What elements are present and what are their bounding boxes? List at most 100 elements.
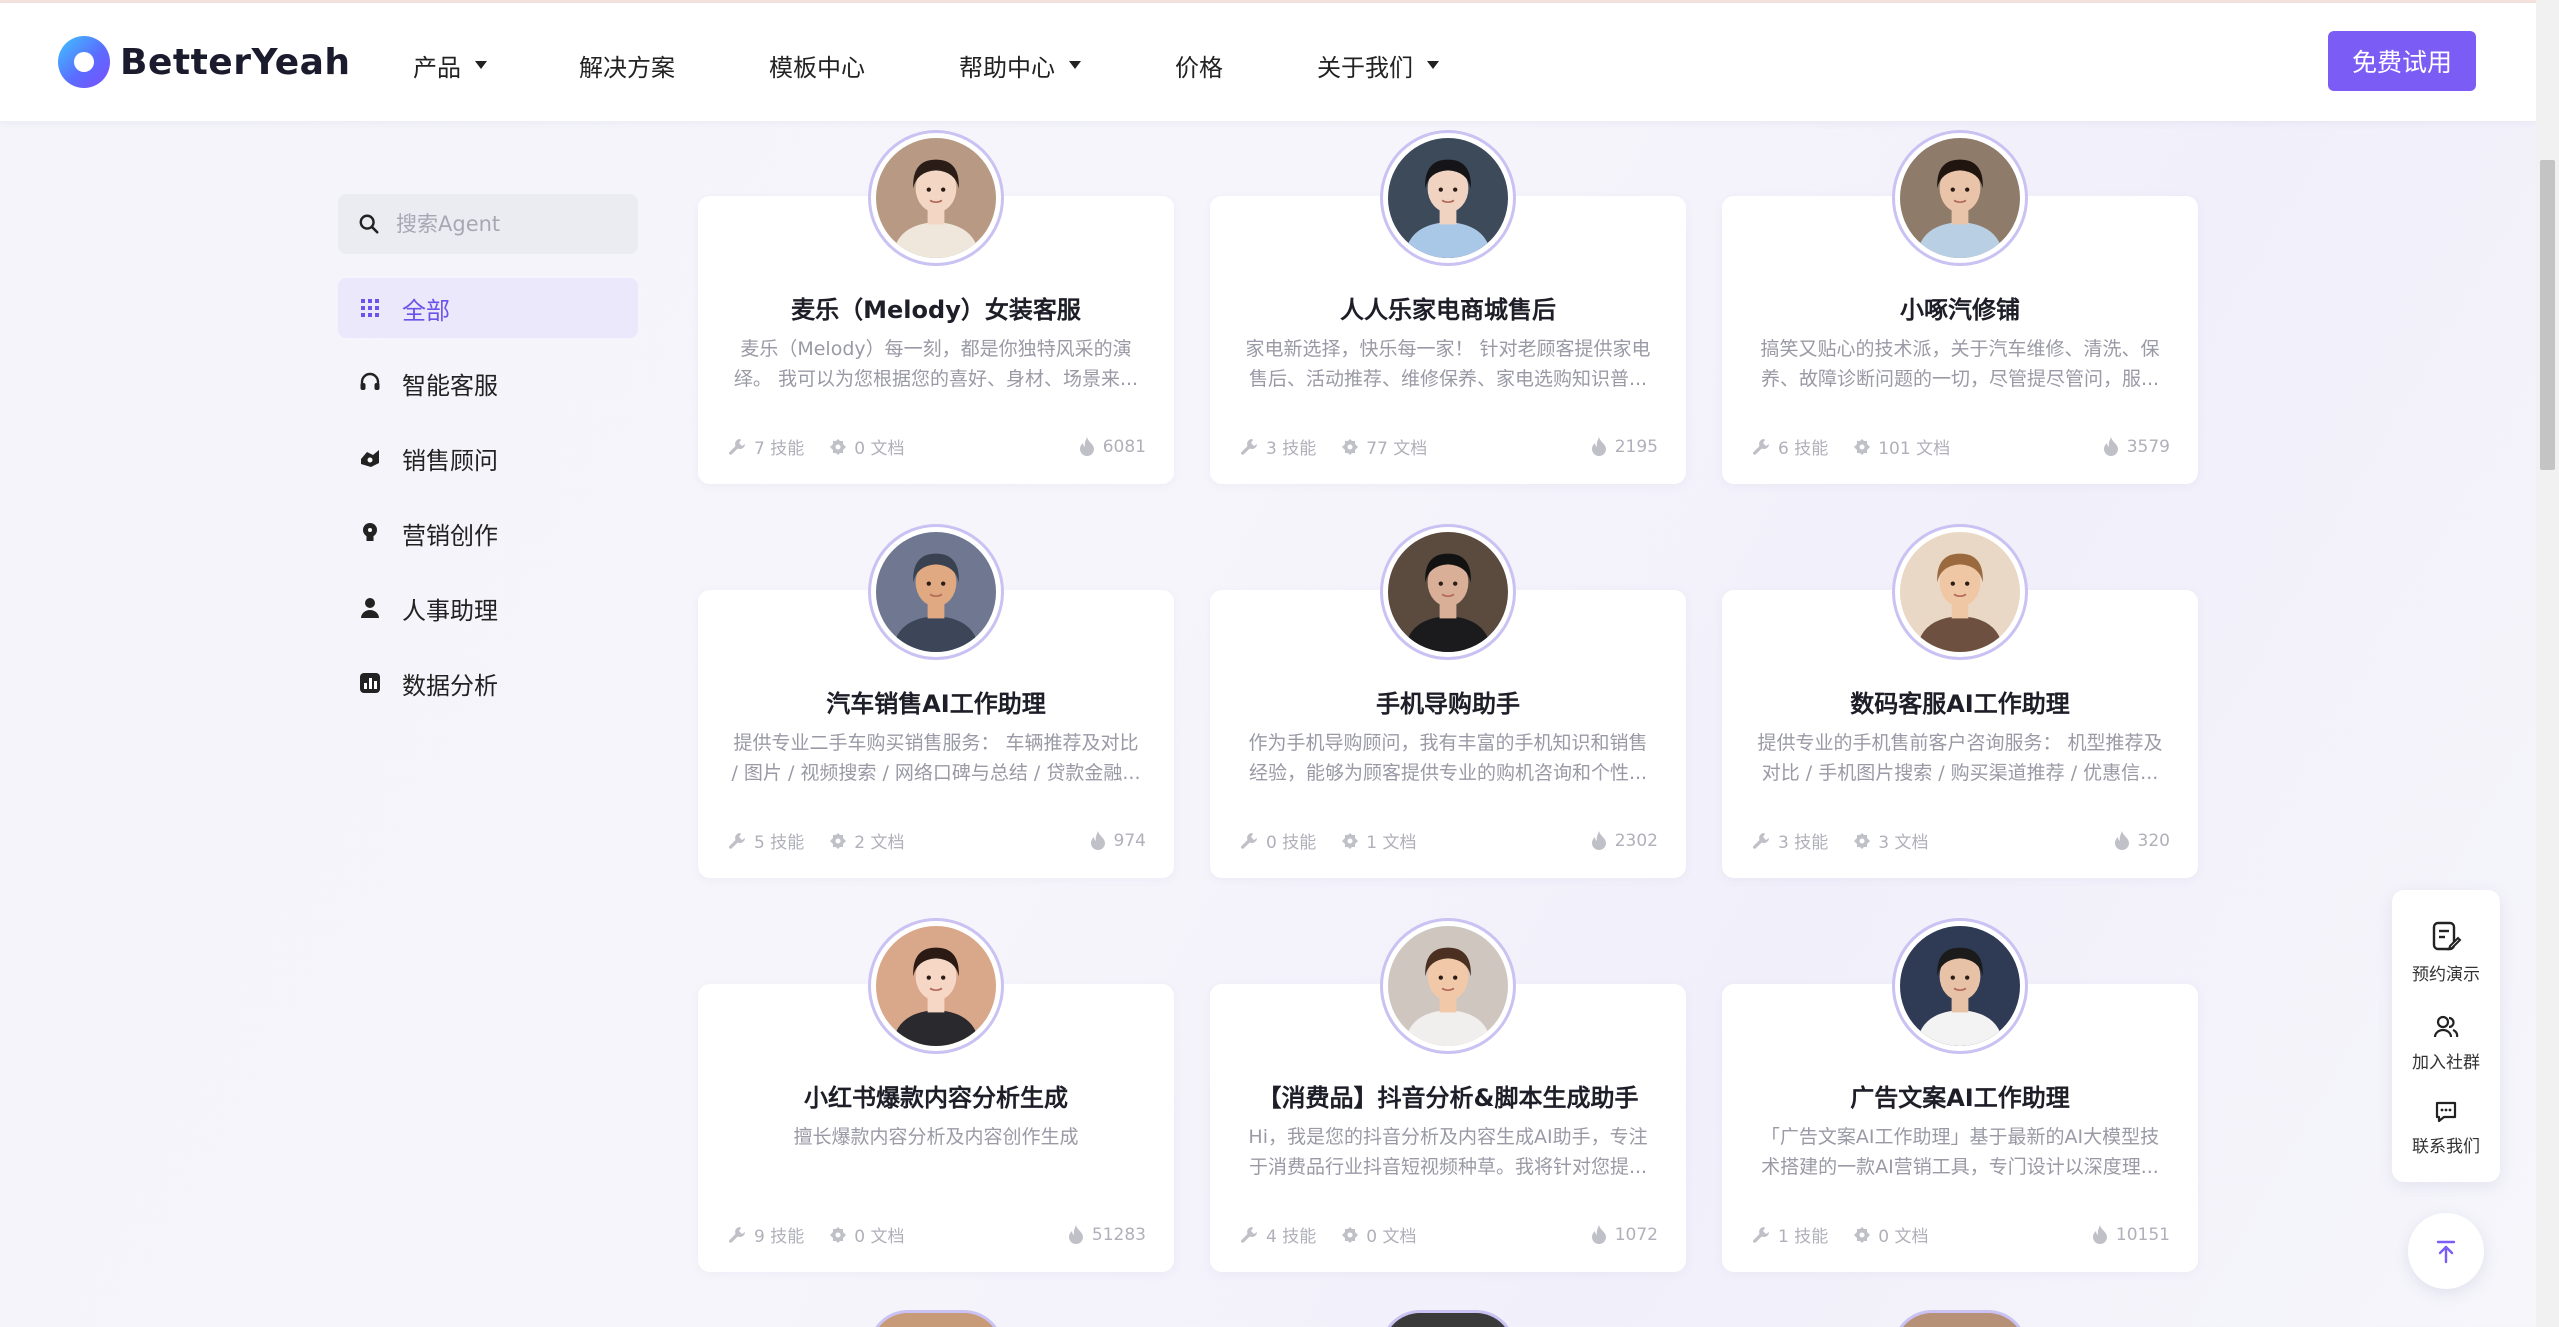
search-input[interactable] [396, 212, 616, 236]
agent-card[interactable]: 广告文案AI工作助理 「广告文案AI工作助理」基于最新的AI大模型技术搭建的一款… [1722, 918, 2198, 1272]
agent-avatar [1380, 524, 1516, 660]
avatar-image [876, 138, 996, 258]
heat-label: 51283 [1091, 1224, 1146, 1245]
wrench-icon [729, 1226, 745, 1243]
agent-card[interactable]: 麦乐（Melody）女装客服 麦乐（Melody）每一刻，都是你独特风采的演绎。… [698, 130, 1174, 484]
agent-card[interactable]: 手机导购助手 作为手机导购顾问，我有丰富的手机知识和销售经验，能够为顾客提供专业… [1210, 524, 1686, 878]
free-trial-button[interactable]: 免费试用 [2328, 31, 2476, 91]
logo-icon [58, 36, 110, 88]
badge-icon [1854, 1226, 1871, 1243]
docs-count: 0 文档 [830, 1222, 904, 1247]
bulb-icon [358, 521, 382, 545]
flame-icon [1079, 437, 1094, 456]
arrow-up-icon [2436, 1240, 2456, 1264]
logo[interactable]: BetterYeah [58, 36, 351, 88]
search-box[interactable] [338, 194, 638, 254]
skills-count: 3 技能 [1240, 434, 1316, 459]
flame-icon [2103, 437, 2118, 456]
nav-pricing[interactable]: 价格 [1175, 45, 1223, 85]
book-demo-button[interactable]: 预约演示 [2392, 920, 2500, 985]
wrench-icon [1753, 832, 1769, 849]
heat-label: 2302 [1614, 830, 1658, 851]
heat-label: 2195 [1614, 436, 1658, 457]
agent-card[interactable]: 汽车销售AI工作助理 提供专业二手车购买销售服务： 车辆推荐及对比 / 图片 /… [698, 524, 1174, 878]
heat-count: 974 [1090, 831, 1146, 851]
skills-count: 0 技能 [1240, 828, 1316, 853]
nav-templates-label: 模板中心 [769, 53, 865, 82]
category-label: 人事助理 [402, 596, 498, 625]
back-to-top-button[interactable] [2408, 1213, 2484, 1289]
category-all[interactable]: 全部 [338, 278, 638, 338]
agent-description: 作为手机导购顾问，我有丰富的手机知识和销售经验，能够为顾客提供专业的购机咨询和个… [1248, 732, 1648, 784]
heat-label: 10151 [2115, 1224, 2170, 1245]
skills-count: 3 技能 [1752, 828, 1828, 853]
docs-count: 101 文档 [1854, 434, 1950, 459]
agent-avatar [868, 918, 1004, 1054]
agent-title: 手机导购助手 [1376, 690, 1520, 718]
agent-avatar [1380, 918, 1516, 1054]
docs-label: 0 文档 [1878, 1227, 1929, 1247]
agent-card[interactable]: 【消费品】抖音分析&脚本生成助手 Hi，我是您的抖音分析及内容生成AI助手，专注… [1210, 918, 1686, 1272]
join-community-button[interactable]: 加入社群 [2392, 1014, 2500, 1073]
nav-help[interactable]: 帮助中心 [959, 45, 1081, 85]
nav-templates[interactable]: 模板中心 [769, 45, 865, 85]
skills-count: 7 技能 [728, 434, 804, 459]
agent-card[interactable]: 小红书爆款内容分析生成 擅长爆款内容分析及内容创作生成 9 技能 0 文档 51… [698, 918, 1174, 1272]
agent-title: 广告文案AI工作助理 [1850, 1084, 2070, 1112]
badge-icon [830, 1226, 847, 1243]
wrench-icon [1753, 438, 1769, 455]
category-hr[interactable]: 人事助理 [338, 578, 638, 638]
wrench-icon [1241, 832, 1257, 849]
heat-label: 6081 [1102, 436, 1146, 457]
docs-label: 0 文档 [1366, 1227, 1417, 1247]
skills-count: 4 技能 [1240, 1222, 1316, 1247]
book-demo-label: 预约演示 [2412, 965, 2480, 985]
wrench-icon [729, 438, 745, 455]
scrollbar-thumb[interactable] [2540, 160, 2555, 470]
avatar-image [1900, 532, 2020, 652]
wrench-icon [729, 832, 745, 849]
agent-title: 数码客服AI工作助理 [1850, 690, 2070, 718]
agent-card[interactable]: 人人乐家电商城售后 家电新选择，快乐每一家！ 针对老顾客提供家电售后、活动推荐、… [1210, 130, 1686, 484]
nav-about-label: 关于我们 [1317, 53, 1413, 82]
docs-label: 2 文档 [854, 833, 905, 853]
skills-label: 6 技能 [1778, 439, 1829, 459]
contact-us-label: 联系我们 [2412, 1137, 2480, 1157]
nav-product[interactable]: 产品 [413, 45, 487, 85]
nav-solutions[interactable]: 解决方案 [579, 45, 675, 85]
skills-count: 1 技能 [1752, 1222, 1828, 1247]
agent-card[interactable]: 小啄汽修铺 搞笑又贴心的技术派，关于汽车维修、清洗、保养、故障诊断问题的一切，尽… [1722, 130, 2198, 484]
agent-card[interactable]: 数码客服AI工作助理 提供专业的手机售前客户咨询服务： 机型推荐及对比 / 手机… [1722, 524, 2198, 878]
flame-icon [1591, 437, 1606, 456]
agent-description: Hi，我是您的抖音分析及内容生成AI助手，专注于消费品行业抖音短视频种草。我将针… [1248, 1126, 1648, 1178]
docs-label: 0 文档 [854, 1227, 905, 1247]
agent-title: 【消费品】抖音分析&脚本生成助手 [1257, 1084, 1639, 1112]
avatar-image [876, 926, 996, 1046]
agent-description: 提供专业二手车购买销售服务： 车辆推荐及对比 / 图片 / 视频搜索 / 网络口… [731, 732, 1141, 784]
search-icon [359, 214, 379, 234]
category-label: 全部 [402, 296, 450, 325]
category-marketing[interactable]: 营销创作 [338, 503, 638, 563]
agent-meta: 6 技能 101 文档 3579 [1752, 434, 2170, 459]
avatar-image [1900, 926, 2020, 1046]
join-community-label: 加入社群 [2412, 1053, 2480, 1073]
flame-icon [1090, 831, 1105, 850]
badge-icon [830, 438, 847, 455]
chat-icon [2435, 1101, 2457, 1123]
skills-label: 4 技能 [1266, 1227, 1317, 1247]
docs-count: 2 文档 [830, 828, 904, 853]
nav-about[interactable]: 关于我们 [1317, 45, 1439, 85]
agent-description: 「广告文案AI工作助理」基于最新的AI大模型技术搭建的一款AI营销工具，专门设计… [1760, 1126, 2160, 1178]
category-label: 数据分析 [402, 671, 498, 700]
heat-count: 6081 [1079, 437, 1146, 457]
category-customer-service[interactable]: 智能客服 [338, 353, 638, 413]
category-sales-advisor[interactable]: 销售顾问 [338, 428, 638, 488]
contact-us-button[interactable]: 联系我们 [2392, 1100, 2500, 1157]
next-row-avatar [868, 1310, 1004, 1327]
caret-down-icon [1069, 61, 1081, 69]
heat-label: 1072 [1614, 1224, 1658, 1245]
category-data-analysis[interactable]: 数据分析 [338, 653, 638, 713]
agent-description: 擅长爆款内容分析及内容创作生成 [793, 1126, 1079, 1148]
agent-meta: 3 技能 77 文档 2195 [1240, 434, 1658, 459]
agent-title: 小红书爆款内容分析生成 [804, 1084, 1068, 1112]
